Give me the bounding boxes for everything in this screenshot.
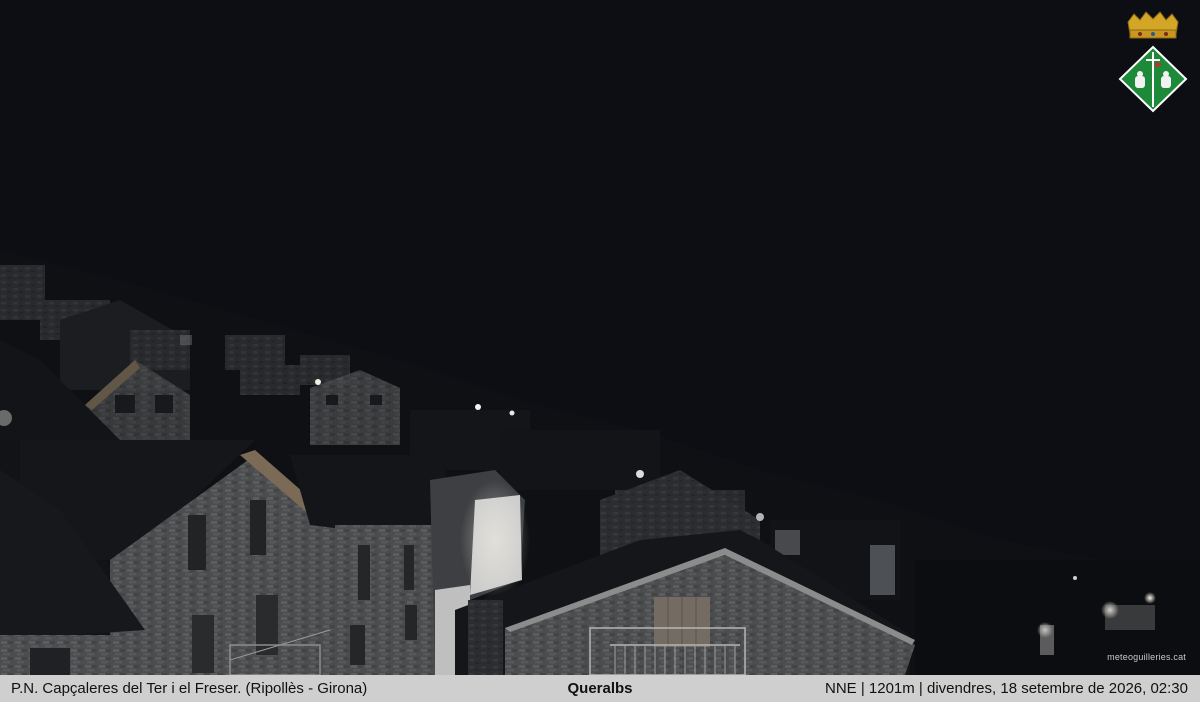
webcam-image: meteoguilleries.cat <box>0 0 1200 675</box>
watermark-text: meteoguilleries.cat <box>1107 652 1186 662</box>
caption-bar: P.N. Capçaleres del Ter i el Freser. (Ri… <box>0 675 1200 702</box>
coat-of-arms-icon <box>1118 11 1188 113</box>
location-text: P.N. Capçaleres del Ter i el Freser. (Ri… <box>11 680 368 697</box>
orientation-altitude-datetime: NNE | 1201m | divendres, 18 setembre de … <box>824 680 1188 697</box>
night-village-scene <box>0 0 1200 675</box>
